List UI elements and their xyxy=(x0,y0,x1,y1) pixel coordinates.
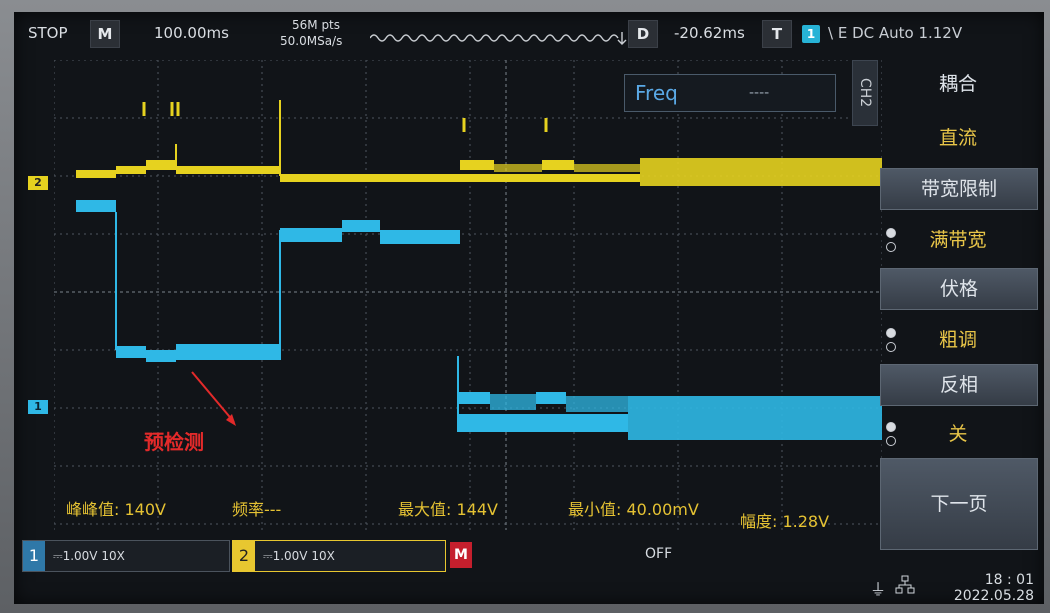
ch1-scale: ⎓1.00V 10X xyxy=(53,549,125,563)
ch2-menu-tab[interactable]: CH2 xyxy=(852,60,878,126)
annotation-label: 预检测 xyxy=(144,430,204,454)
channel-menu: 耦合 直流 带宽限制 满带宽 伏格 粗调 反相 关 下一页 xyxy=(876,62,1044,562)
ch1-offset-marker[interactable]: 1 xyxy=(28,400,48,414)
ch2-setting[interactable]: 2 ⎓1.00V 10X xyxy=(232,540,446,572)
scope-screen: STOP M 100.00ms 56M pts 50.0MSa/s D -20.… xyxy=(14,12,1044,604)
freq-label: Freq xyxy=(635,81,678,105)
measure-vmin: 最小值: 40.00mV xyxy=(568,500,699,519)
freq-measure-box: Freq ---- xyxy=(624,74,836,112)
ch2-number: 2 xyxy=(233,541,255,571)
timebase[interactable]: 100.00ms xyxy=(154,24,229,42)
ch1-setting[interactable]: 1 ⎓1.00V 10X xyxy=(22,540,230,572)
menu-coupling-value[interactable]: 直流 xyxy=(880,118,1036,158)
sample-rate: 50.0MSa/s xyxy=(280,34,343,48)
menu-volts-div-value[interactable]: 粗调 xyxy=(880,320,1036,360)
delay-value[interactable]: -20.62ms xyxy=(674,24,745,42)
mode-chip[interactable]: M xyxy=(90,20,120,48)
clock-date: 2022.05.28 xyxy=(953,588,1034,604)
menu-bandwidth-button[interactable]: 带宽限制 xyxy=(880,168,1038,210)
ch2-offset-marker[interactable]: 2 xyxy=(28,176,48,190)
menu-bandwidth-value[interactable]: 满带宽 xyxy=(880,220,1036,260)
clock-time: 18 : 01 xyxy=(984,572,1034,588)
bottom-status-bar: 1 ⎓1.00V 10X 2 ⎓1.00V 10X M OFF ⏚ 18 : 0… xyxy=(14,532,1044,604)
freq-value: ---- xyxy=(749,85,770,101)
waveform-overview-icon xyxy=(370,32,627,45)
trigger-channel[interactable]: 1 xyxy=(802,25,820,43)
top-status-bar: STOP M 100.00ms 56M pts 50.0MSa/s D -20.… xyxy=(14,12,1044,58)
measure-freq: 频率--- xyxy=(232,500,282,519)
measure-vmax: 最大值: 144V xyxy=(398,500,498,519)
ref-state[interactable]: OFF xyxy=(645,546,672,562)
waveform-grid xyxy=(54,60,882,530)
delay-label[interactable]: D xyxy=(628,20,658,48)
menu-invert-value[interactable]: 关 xyxy=(880,414,1036,454)
menu-invert-button[interactable]: 反相 xyxy=(880,364,1038,406)
menu-volts-div-button[interactable]: 伏格 xyxy=(880,268,1038,310)
math-button[interactable]: M xyxy=(450,542,472,568)
run-state[interactable]: STOP xyxy=(28,24,68,42)
usb-icon: ⏚ xyxy=(870,580,887,599)
measure-amplitude: 幅度: 1.28V xyxy=(740,512,830,531)
waveform-display[interactable] xyxy=(54,60,882,530)
ch1-number: 1 xyxy=(23,541,45,571)
memory-depth: 56M pts xyxy=(292,18,341,32)
network-icon xyxy=(895,575,915,594)
measure-vpp: 峰峰值: 140V xyxy=(66,500,166,519)
menu-coupling-title[interactable]: 耦合 xyxy=(880,64,1036,104)
trigger-label[interactable]: T xyxy=(762,20,792,48)
trigger-settings[interactable]: \ E DC Auto 1.12V xyxy=(828,24,962,42)
ch2-scale: ⎓1.00V 10X xyxy=(263,549,335,563)
